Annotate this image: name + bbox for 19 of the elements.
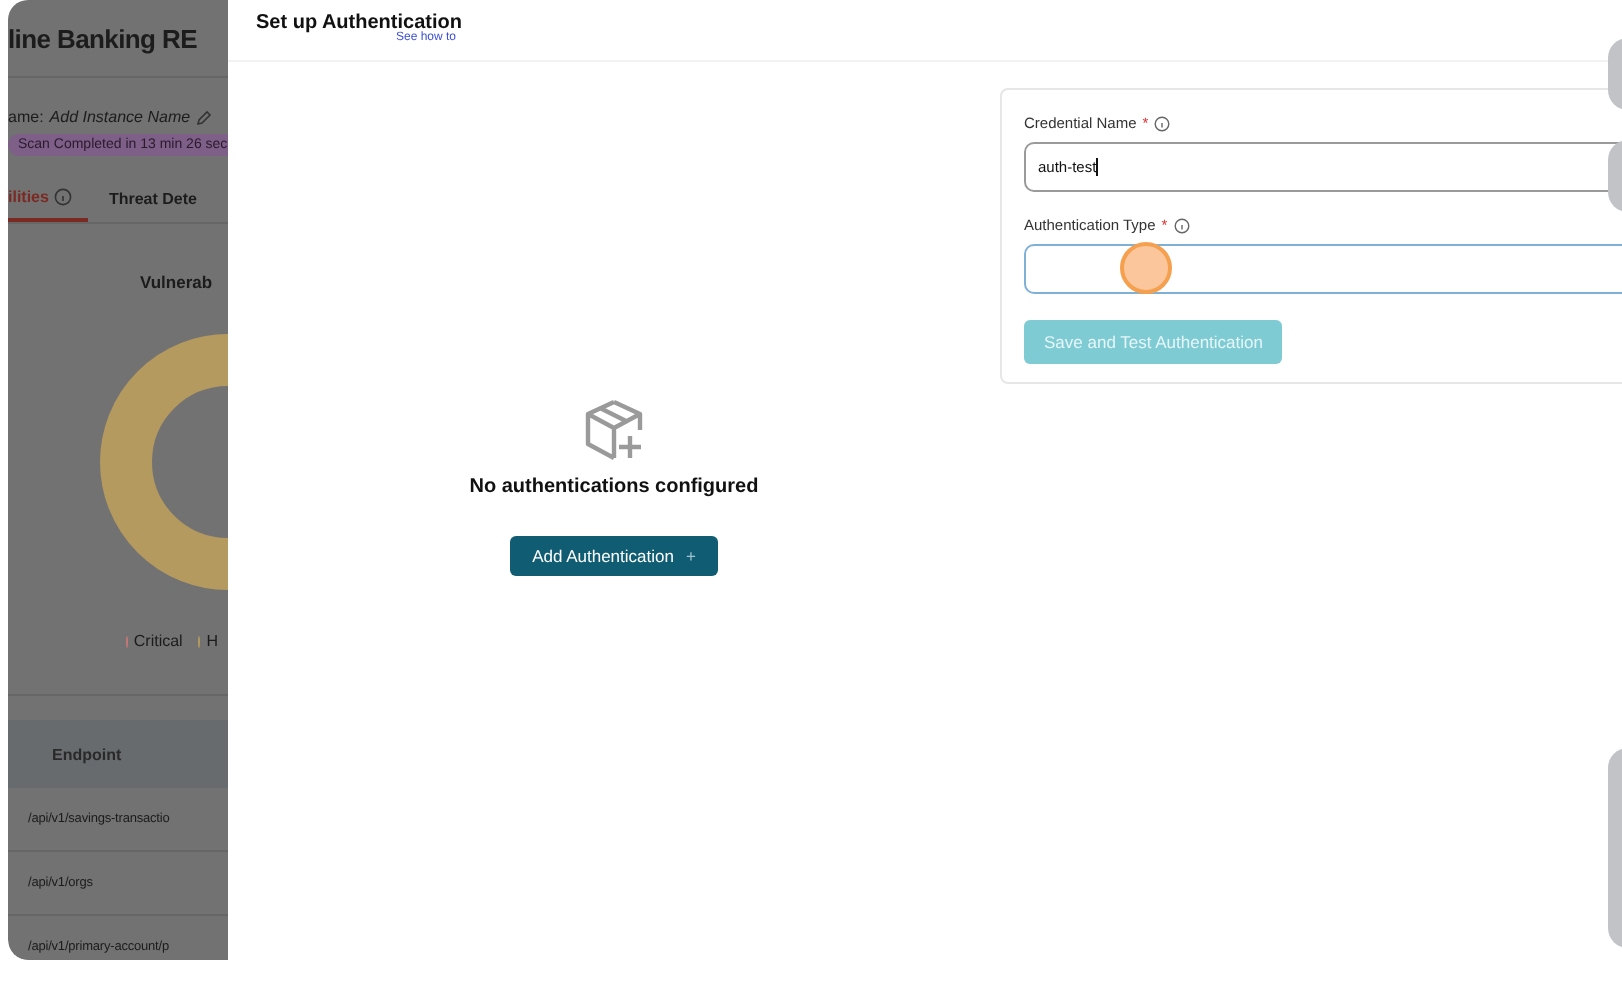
add-authentication-button[interactable]: Add Authentication + [510, 536, 718, 576]
info-icon [1173, 217, 1190, 233]
text-cursor [1096, 158, 1099, 176]
info-icon [1154, 115, 1171, 131]
drawer-title: Set up Authentication [256, 12, 464, 34]
click-highlight [1120, 242, 1172, 294]
info-icon [54, 188, 73, 206]
page-tab[interactable]: ilities [8, 188, 89, 222]
instance-name[interactable]: Add Instance Name [49, 108, 191, 126]
input-field[interactable] [1024, 244, 1622, 294]
instance-label: ame: [8, 108, 44, 126]
empty-state-message: No authentications configured [469, 476, 759, 498]
legend-label: Critical [133, 632, 183, 650]
chart-title: Vulnerab [140, 272, 215, 292]
page-tab[interactable]: Threat Dete [108, 188, 197, 222]
legend-label: H [206, 632, 218, 650]
box-plus-icon [580, 396, 648, 464]
pencil-icon [196, 109, 213, 125]
column-header: Endpoint [50, 745, 122, 763]
